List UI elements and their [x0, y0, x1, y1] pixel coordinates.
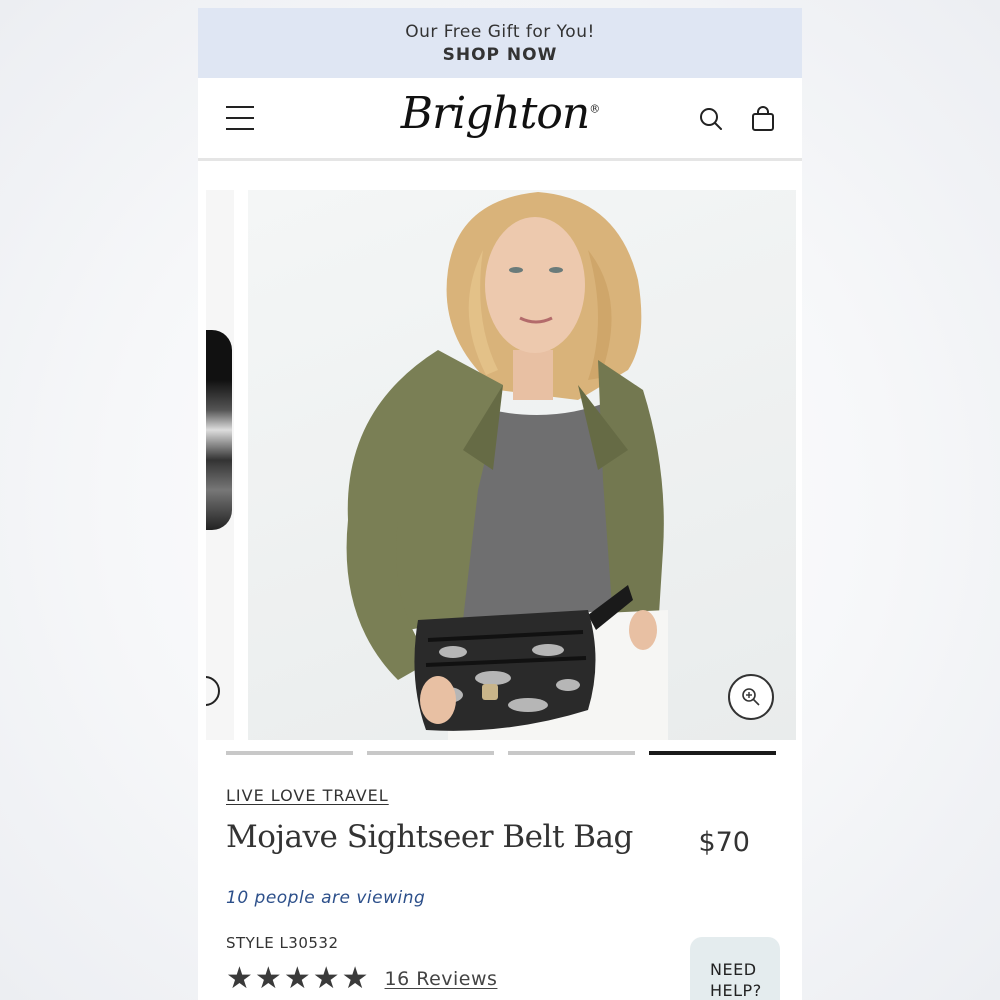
previous-arrow-icon[interactable] — [206, 676, 220, 706]
previous-slide-peek[interactable] — [206, 190, 234, 740]
product-photo[interactable] — [248, 190, 796, 740]
collection-link[interactable]: LIVE LOVE TRAVEL — [226, 786, 780, 805]
shop-now-link[interactable]: SHOP NOW — [443, 45, 558, 65]
reviews-link[interactable]: 16 Reviews — [385, 968, 498, 990]
product-price: $70 — [698, 827, 750, 858]
search-button[interactable] — [698, 106, 724, 132]
search-icon — [700, 108, 722, 130]
slide-indicator-3[interactable] — [508, 751, 635, 755]
star-icon: ★ — [341, 961, 369, 996]
promo-banner[interactable]: Our Free Gift for You! SHOP NOW — [198, 8, 802, 78]
cart-button[interactable] — [750, 106, 776, 132]
zoom-button[interactable] — [728, 674, 774, 720]
viewing-count: 10 people are viewing — [226, 888, 426, 908]
star-icon: ★ — [283, 961, 311, 996]
slide-indicator-1[interactable] — [226, 751, 353, 755]
product-title: Mojave Sightseer Belt Bag — [226, 819, 633, 855]
zoom-in-icon — [742, 688, 760, 706]
star-icon: ★ — [226, 961, 253, 996]
slide-indicator-2[interactable] — [367, 751, 494, 755]
star-icon: ★ — [312, 961, 340, 996]
gallery-indicators — [226, 751, 776, 755]
site-header: Brighton® — [198, 78, 802, 161]
need-help-button[interactable]: NEED HELP? — [690, 937, 780, 1000]
model-wearing-belt-bag-image — [346, 192, 668, 740]
product-gallery[interactable] — [198, 190, 802, 740]
promo-text: Our Free Gift for You! — [405, 21, 595, 42]
slide-indicator-4[interactable] — [649, 751, 776, 755]
mobile-page: Our Free Gift for You! SHOP NOW Brighton… — [198, 8, 802, 1000]
shopping-bag-icon — [752, 106, 774, 131]
star-icon: ★ — [254, 961, 282, 996]
star-rating[interactable]: ★ ★ ★ ★ ★ — [226, 964, 369, 994]
